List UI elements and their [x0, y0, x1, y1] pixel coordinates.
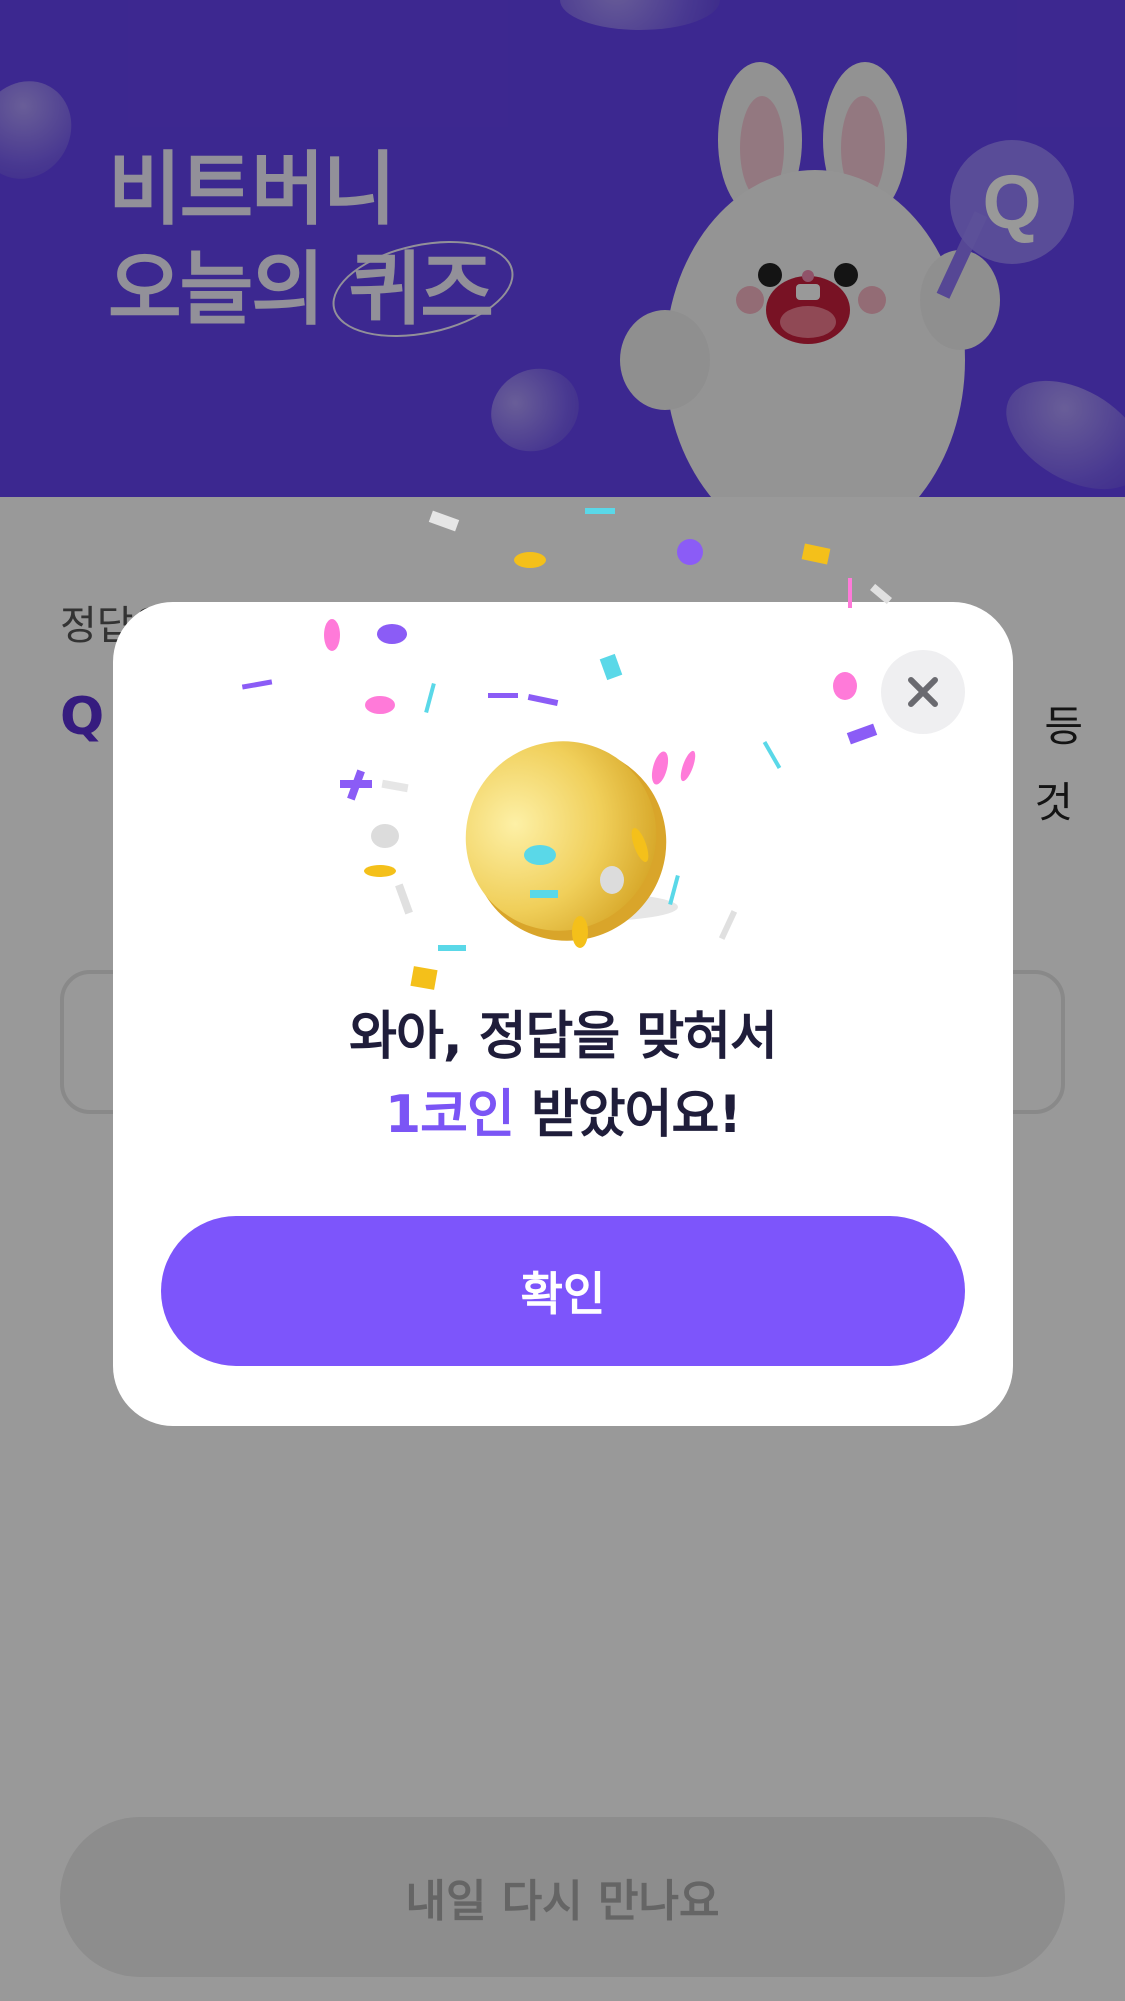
confirm-button[interactable]: 확인: [161, 1216, 965, 1366]
close-icon: [908, 677, 938, 707]
reward-message: 와아, 정답을 맞혀서 1코인 받았어요!: [113, 998, 1013, 1154]
reward-message-line2: 받았어요!: [513, 1085, 742, 1145]
close-button[interactable]: [881, 650, 965, 734]
reward-message-line1: 와아, 정답을 맞혀서: [349, 1007, 778, 1067]
coin-amount: 1코인: [384, 1085, 515, 1145]
gold-coin-icon: [465, 741, 678, 941]
reward-modal: 와아, 정답을 맞혀서 1코인 받았어요! 확인: [113, 602, 1013, 1426]
